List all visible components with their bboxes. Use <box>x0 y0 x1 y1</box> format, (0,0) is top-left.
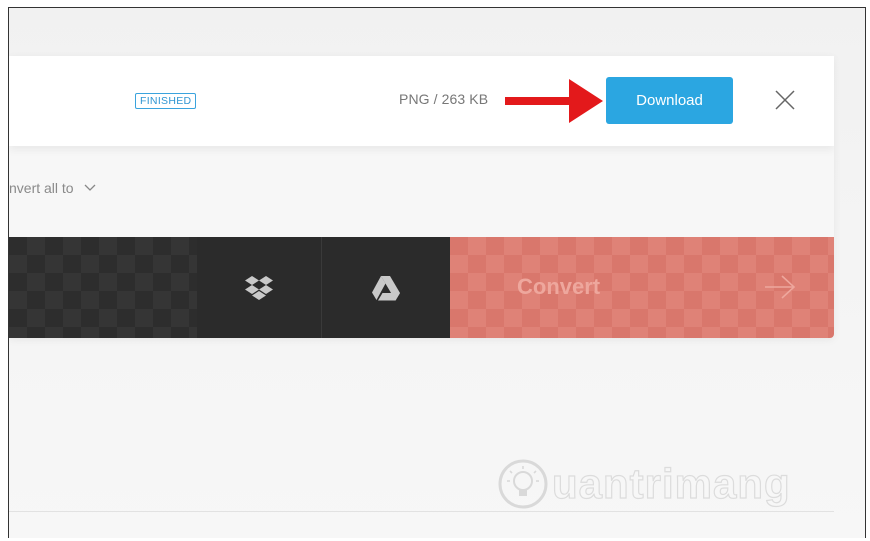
google-drive-icon <box>372 275 400 300</box>
conversion-card: FINISHED PNG / 263 KB Download nvert all… <box>9 56 834 338</box>
dropbox-button[interactable] <box>197 237 322 338</box>
watermark: uantrimang <box>496 454 791 514</box>
action-toolbar: Convert <box>9 237 834 338</box>
close-icon[interactable] <box>774 89 796 111</box>
app-frame: FINISHED PNG / 263 KB Download nvert all… <box>8 7 866 538</box>
convert-button[interactable]: Convert <box>450 237 834 338</box>
add-files-area[interactable] <box>9 237 197 338</box>
convert-label: Convert <box>517 274 601 299</box>
convert-all-dropdown[interactable]: nvert all to <box>9 180 96 196</box>
annotation-arrow <box>505 79 603 123</box>
status-badge: FINISHED <box>135 93 197 109</box>
arrow-right-icon <box>765 275 796 299</box>
download-button[interactable]: Download <box>606 77 733 124</box>
dropbox-icon <box>245 275 273 300</box>
file-info: PNG / 263 KB <box>399 91 489 107</box>
watermark-text: uantrimang <box>551 459 791 507</box>
convert-all-label: nvert all to <box>9 180 74 196</box>
chevron-down-icon <box>84 184 96 191</box>
file-row: FINISHED PNG / 263 KB Download <box>9 56 834 146</box>
lightbulb-logo-icon <box>498 459 548 509</box>
google-drive-button[interactable] <box>322 237 450 338</box>
